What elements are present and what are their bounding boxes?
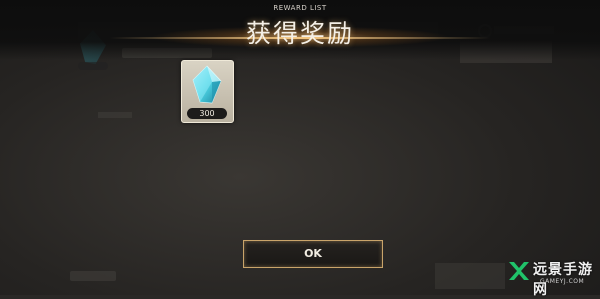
reward-quantity: 300 [187, 108, 227, 119]
ok-button[interactable]: OK [243, 240, 383, 268]
background-bottom-right-button [435, 263, 505, 289]
background-faint-text [98, 112, 132, 118]
reward-item-card[interactable]: 300 [181, 60, 234, 123]
watermark-logo-icon [509, 262, 529, 280]
background-badge [78, 62, 108, 70]
watermark-subtitle: GAMEYJ.COM [540, 278, 585, 285]
blue-crystal-icon [192, 65, 222, 104]
background-bottom-left-text [70, 271, 116, 281]
reward-list-subtitle: REWARD LIST [273, 4, 327, 12]
reward-title: 获得奖励 [245, 19, 354, 48]
